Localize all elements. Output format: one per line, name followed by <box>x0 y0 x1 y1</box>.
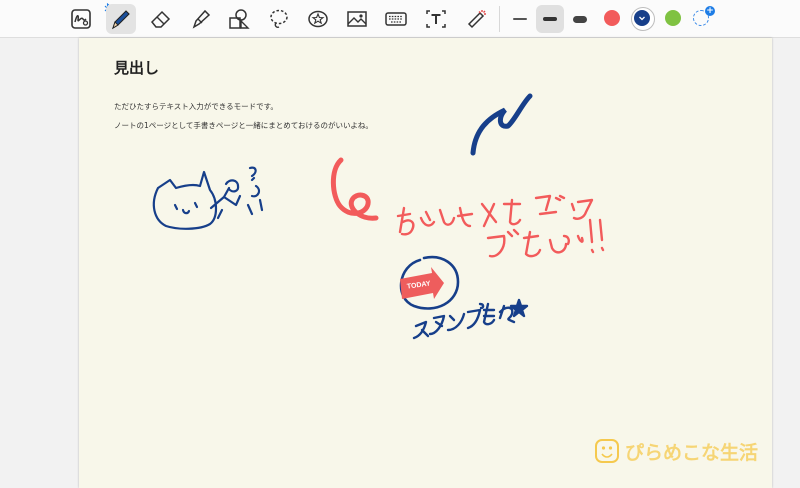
today-stamp[interactable]: TODAY <box>396 265 446 305</box>
watermark-logo-icon <box>595 439 619 463</box>
site-watermark: ぴらめこな生活 <box>595 439 758 464</box>
handwriting-canvas <box>152 93 605 340</box>
ink-blue-curl <box>470 93 533 156</box>
ink-red-swirl <box>330 157 379 221</box>
ink-blue-handwriting <box>412 298 529 340</box>
watermark-text: ぴらめこな生活 <box>625 441 758 464</box>
ink-cat-doodle <box>152 166 264 230</box>
ink-red-handwriting <box>396 194 605 258</box>
